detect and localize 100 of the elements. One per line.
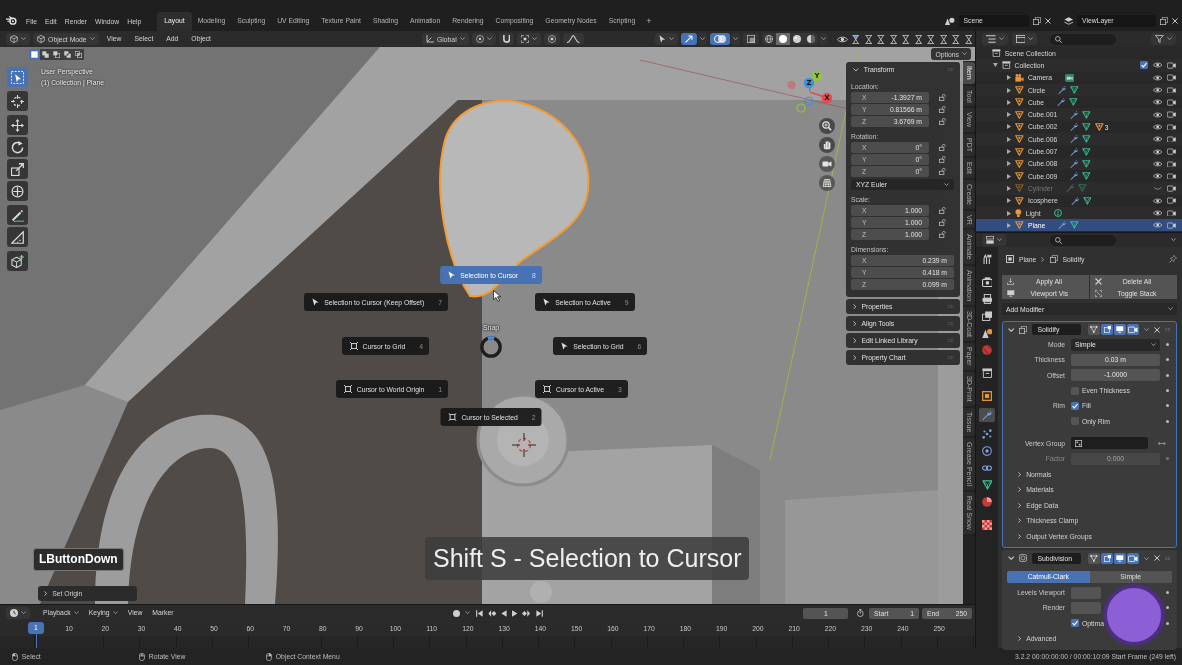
tool-button[interactable] xyxy=(7,67,28,87)
square-in-square-icon[interactable] xyxy=(982,391,992,401)
record-dot-icon[interactable] xyxy=(453,609,461,617)
caret-icon[interactable] xyxy=(1170,238,1176,242)
expand-triangle-icon[interactable] xyxy=(1007,75,1012,81)
snap-target-dropdown[interactable] xyxy=(517,33,542,45)
play-backward-icon[interactable] xyxy=(501,609,507,617)
hourglass-icon[interactable] xyxy=(927,34,935,44)
shading-options-dropdown[interactable] xyxy=(819,33,829,45)
keyframe-dot-icon[interactable] xyxy=(1166,606,1169,610)
skip-to-start-icon[interactable] xyxy=(475,609,483,617)
inverted-triangle-icon[interactable] xyxy=(1095,122,1104,131)
selection-mode-button[interactable] xyxy=(62,48,73,60)
eye-icon[interactable] xyxy=(1152,87,1162,94)
stacked-layers-icon[interactable] xyxy=(1063,17,1073,25)
triangle-mesh-icon[interactable] xyxy=(1082,110,1092,119)
stacked-images-icon[interactable] xyxy=(981,311,993,321)
wrench-icon[interactable] xyxy=(1070,110,1079,119)
caret-icon[interactable] xyxy=(1144,556,1150,560)
render-toggle[interactable] xyxy=(1127,552,1140,564)
camera-icon[interactable] xyxy=(1166,148,1176,155)
camera-icon[interactable] xyxy=(1166,123,1176,131)
open-padlock-icon[interactable] xyxy=(939,207,946,214)
expand-triangle-icon[interactable] xyxy=(1007,149,1012,154)
tool-button[interactable] xyxy=(7,137,28,157)
checkbox[interactable] xyxy=(1071,401,1079,410)
camera-icon[interactable] xyxy=(1166,99,1176,106)
expand-triangle-icon[interactable] xyxy=(1007,112,1012,118)
eye-icon[interactable] xyxy=(1152,62,1162,69)
previous-keyframe-icon[interactable] xyxy=(487,609,496,617)
viewport-toggle[interactable] xyxy=(1114,552,1127,564)
open-padlock-icon[interactable] xyxy=(939,94,946,101)
caret-icon[interactable] xyxy=(1144,327,1150,332)
printer-icon[interactable] xyxy=(981,294,993,304)
search-field[interactable] xyxy=(1050,234,1117,246)
duplicate-squares-icon[interactable] xyxy=(1160,17,1168,25)
magnifier-plus-icon[interactable] xyxy=(819,118,835,134)
camera-icon[interactable] xyxy=(1166,197,1176,204)
wrench-icon[interactable] xyxy=(979,408,995,423)
expand-triangle-icon[interactable] xyxy=(1007,161,1012,167)
chevron-down-icon[interactable] xyxy=(1008,556,1015,561)
keyframe-dot-icon[interactable] xyxy=(1166,358,1169,362)
hourglass-icon[interactable] xyxy=(914,34,922,44)
tool-button[interactable] xyxy=(7,159,28,179)
editor-type-dropdown[interactable] xyxy=(982,33,1008,45)
open-padlock-icon[interactable] xyxy=(939,144,946,151)
duplicate-squares-icon[interactable] xyxy=(1032,17,1041,25)
open-padlock-icon[interactable] xyxy=(939,106,946,113)
pivot-dropdown[interactable] xyxy=(471,33,496,45)
hourglass-icon[interactable] xyxy=(864,34,872,44)
eye-icon[interactable] xyxy=(1152,148,1162,155)
camera-icon[interactable] xyxy=(1166,62,1176,69)
closed-eye-icon[interactable] xyxy=(1154,186,1162,190)
perspective-grid-icon[interactable] xyxy=(819,175,835,191)
checkbox[interactable] xyxy=(1071,386,1079,395)
checkbox[interactable] xyxy=(1071,417,1079,426)
caret-icon[interactable] xyxy=(465,611,471,615)
eye-icon[interactable] xyxy=(837,35,848,43)
keyframe-dot-icon[interactable] xyxy=(1166,343,1169,347)
tool-button[interactable] xyxy=(7,251,28,271)
editor-type-dropdown[interactable] xyxy=(982,234,1007,246)
wrench-icon[interactable] xyxy=(1070,159,1079,168)
archive-box-icon[interactable] xyxy=(981,368,993,378)
keyframe-dot-icon[interactable] xyxy=(1166,457,1169,461)
triangle-mesh-icon[interactable] xyxy=(1082,135,1092,144)
wrench-icon[interactable] xyxy=(1070,122,1079,131)
keyframe-dot-icon[interactable] xyxy=(1166,389,1169,393)
triangle-mesh-icon[interactable] xyxy=(1082,196,1092,205)
selection-mode-button[interactable] xyxy=(51,48,62,60)
tool-button[interactable] xyxy=(7,181,28,201)
on-cage-toggle[interactable] xyxy=(1088,324,1101,335)
selection-mode-button[interactable] xyxy=(40,48,51,60)
display-mode-dropdown[interactable] xyxy=(1011,33,1038,45)
selection-mode-button[interactable] xyxy=(29,48,40,60)
wrench-icon[interactable] xyxy=(1070,135,1079,144)
keyframe-dot-icon[interactable] xyxy=(1166,591,1169,594)
edit-mode-toggle[interactable] xyxy=(1101,552,1114,564)
collapse-triangle-icon[interactable] xyxy=(993,63,998,68)
triangle-mesh-icon[interactable] xyxy=(981,480,993,491)
wrench-icon[interactable] xyxy=(1058,86,1067,95)
close-icon[interactable] xyxy=(1154,326,1161,333)
eye-icon[interactable] xyxy=(1152,173,1162,180)
selection-mode-button[interactable] xyxy=(73,48,84,60)
proportional-editing-toggle[interactable] xyxy=(544,33,561,45)
camera-tile-icon[interactable] xyxy=(1065,73,1075,82)
triangle-mesh-icon[interactable] xyxy=(1070,221,1079,230)
quartered-sphere-icon[interactable] xyxy=(982,497,992,508)
circle-bulb-icon[interactable] xyxy=(1053,209,1062,217)
wrench-icon[interactable] xyxy=(1070,172,1079,181)
open-padlock-icon[interactable] xyxy=(939,231,946,238)
keyframe-dot-icon[interactable] xyxy=(1166,419,1169,423)
tool-button[interactable] xyxy=(7,91,28,111)
expand-triangle-icon[interactable] xyxy=(1007,173,1012,179)
open-padlock-icon[interactable] xyxy=(939,168,946,175)
filter-dropdown[interactable] xyxy=(1151,33,1176,45)
eye-icon[interactable] xyxy=(1152,222,1162,229)
camera-icon[interactable] xyxy=(819,156,835,172)
camera-icon[interactable] xyxy=(1166,86,1176,94)
close-icon[interactable] xyxy=(1172,18,1178,24)
eye-icon[interactable] xyxy=(1152,210,1162,216)
